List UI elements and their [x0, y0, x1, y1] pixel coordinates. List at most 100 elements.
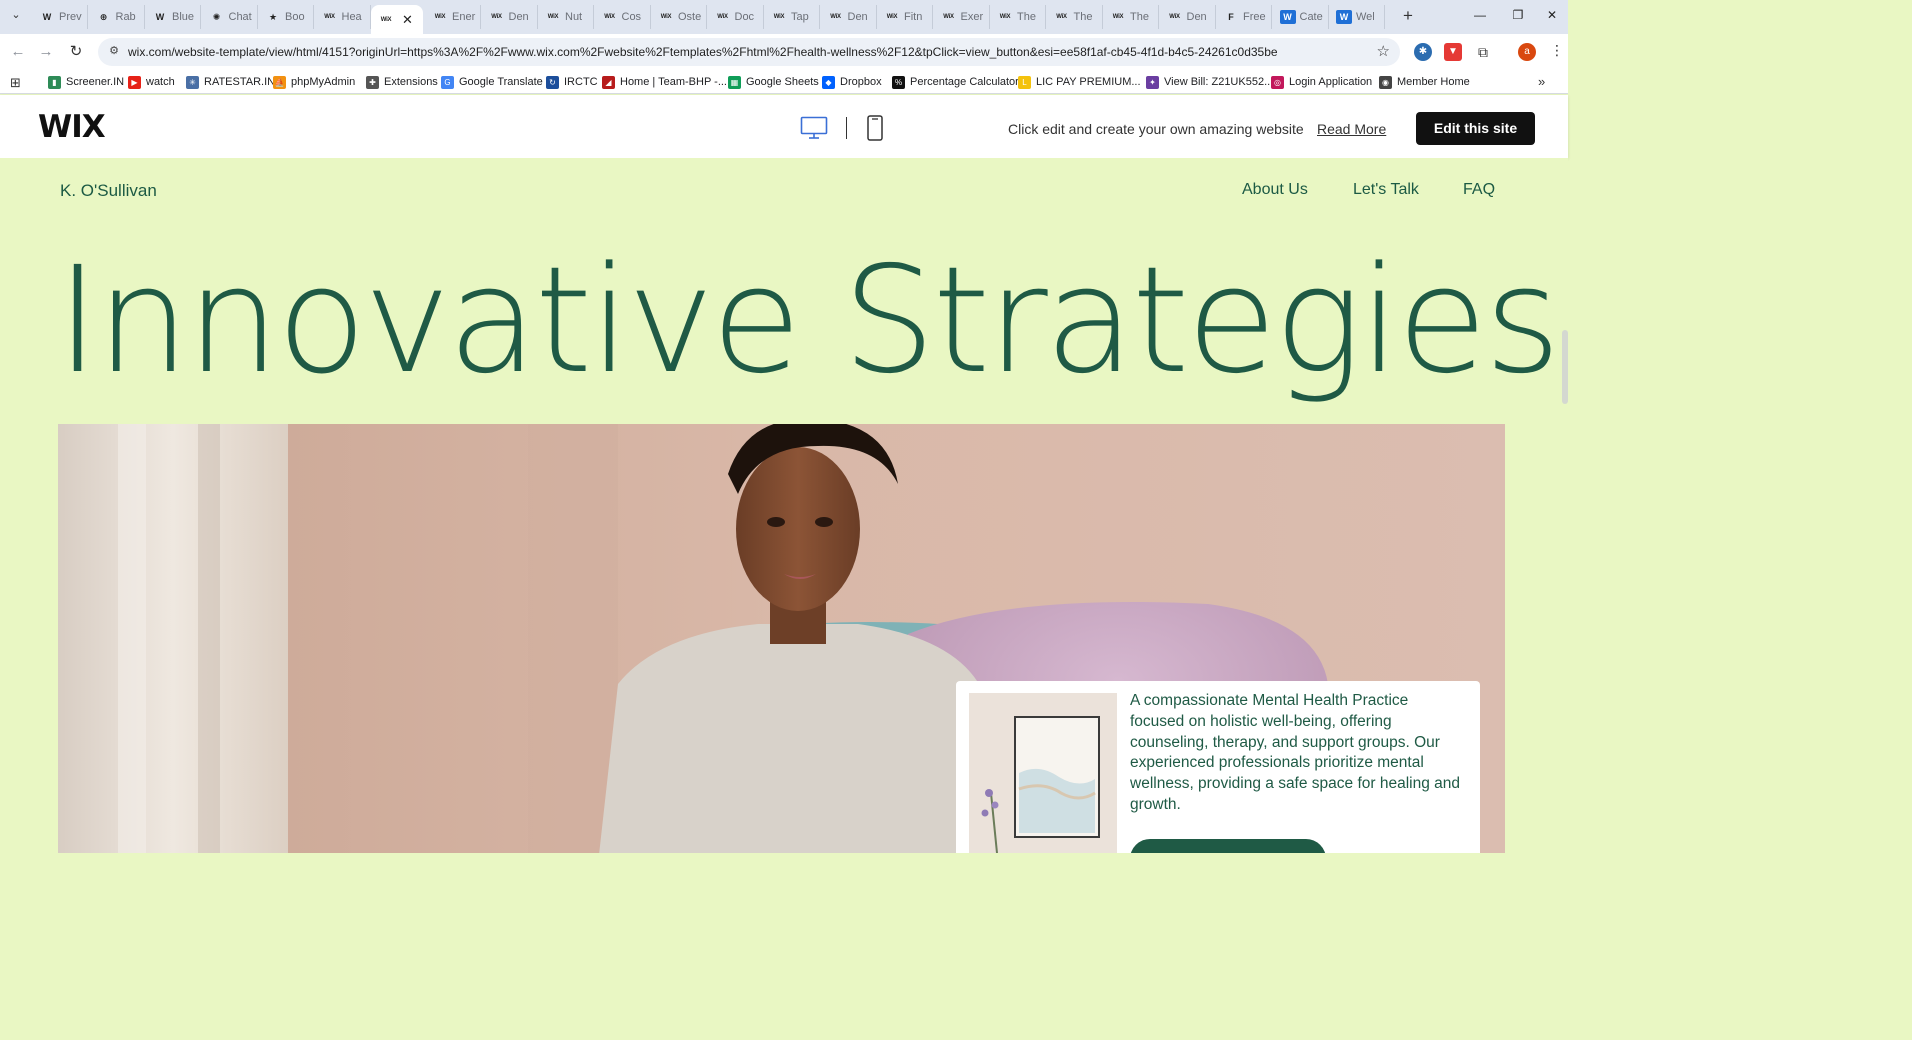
wix-logo[interactable]: WIX [38, 109, 106, 145]
bookmark-item[interactable]: ◢ Home | Team-BHP -... [602, 74, 727, 90]
tab[interactable]: W Wel [1329, 5, 1385, 29]
bookmark-item[interactable]: ↻ IRCTC [546, 74, 598, 90]
tab-favicon-icon: W [155, 12, 165, 22]
new-tab-plus-icon[interactable]: + [1398, 6, 1418, 26]
close-window-icon[interactable]: ✕ [1542, 8, 1562, 26]
bookmarks-overflow-icon[interactable]: » [1538, 74, 1545, 89]
nav-faq[interactable]: FAQ [1463, 181, 1495, 199]
bookmark-label: IRCTC [564, 76, 598, 88]
tab[interactable]: WiX Hea [315, 5, 371, 29]
tab[interactable]: WiX Den [1160, 5, 1216, 29]
mobile-view-icon[interactable] [866, 115, 884, 141]
bookmark-label: Google Translate [459, 76, 543, 88]
bookmark-icon: % [892, 75, 905, 89]
tab-favicon-icon: WiX [491, 14, 502, 20]
extension-globe-icon[interactable]: ✱ [1414, 43, 1432, 61]
tab[interactable]: ★ Boo [258, 5, 314, 29]
tab-label: Wel [1356, 11, 1375, 23]
bookmark-icon: ▶ [128, 75, 141, 89]
wall-art-thumbnail [969, 693, 1117, 853]
reload-icon[interactable]: ↻ [65, 41, 87, 63]
edit-this-site-button[interactable]: Edit this site [1416, 112, 1535, 145]
tab[interactable]: WiX Fitn [877, 5, 933, 29]
tab[interactable]: W Prev [32, 5, 88, 29]
bookmark-item[interactable]: ⛵ phpMyAdmin [273, 74, 355, 90]
tab-label: Rab [115, 11, 136, 23]
bookmark-icon: G [441, 75, 454, 89]
tab[interactable]: WiX Ener [425, 5, 481, 29]
tab-favicon-icon: WiX [324, 14, 335, 20]
bookmark-icon: ✳ [186, 75, 199, 89]
tab-label: Free [1243, 11, 1266, 23]
tab[interactable]: WiX Oste [651, 5, 707, 29]
nav-about-us[interactable]: About Us [1242, 181, 1308, 199]
tab[interactable]: WiX Den [482, 5, 538, 29]
tab[interactable]: WiX Tap [764, 5, 820, 29]
bookmark-item[interactable]: % Percentage Calculator [892, 74, 1019, 90]
desktop-view-icon[interactable] [800, 116, 828, 140]
tab-label: The [1130, 11, 1149, 23]
device-divider [846, 117, 847, 139]
bookmark-icon: ▮ [48, 75, 61, 89]
bookmark-item[interactable]: ◆ Dropbox [822, 74, 882, 90]
tab[interactable]: W Cate [1273, 5, 1329, 29]
intro-card-button[interactable] [1130, 839, 1326, 853]
tab[interactable]: WiX The [1047, 5, 1103, 29]
tab[interactable]: WiX The [990, 5, 1046, 29]
tab[interactable]: WiX Exer [934, 5, 990, 29]
bookmark-label: View Bill: Z21UK552... [1164, 76, 1274, 88]
extensions-puzzle-icon[interactable]: ⧉ [1474, 43, 1492, 61]
tab-label: The [1017, 11, 1036, 23]
nav-lets-talk[interactable]: Let's Talk [1353, 181, 1419, 199]
site-brand[interactable]: K. O'Sullivan [60, 181, 157, 201]
tab[interactable]: WiX Den [821, 5, 877, 29]
tab[interactable]: WiX Cos [595, 5, 651, 29]
tab-favicon-icon: WiX [1169, 14, 1180, 20]
profile-avatar[interactable]: a [1518, 43, 1536, 61]
bookmark-item[interactable]: L LIC PAY PREMIUM... [1018, 74, 1141, 90]
tab[interactable]: WiX The [1103, 5, 1159, 29]
tab-search-chevron-icon[interactable]: ⌄ [6, 8, 26, 26]
page-scrollbar[interactable] [1562, 330, 1568, 404]
tab-label: Exer [960, 11, 984, 23]
minimize-icon[interactable]: — [1470, 8, 1490, 26]
browser-menu-icon[interactable]: ⋮ [1550, 42, 1564, 59]
tab-label: Nut [565, 11, 583, 23]
tab[interactable]: ⊕ Rab [89, 5, 145, 29]
restore-icon[interactable]: ❐ [1508, 8, 1528, 26]
tab-label: Hea [341, 11, 362, 23]
extension-shield-icon[interactable]: ▼ [1444, 43, 1462, 61]
tab-active[interactable]: WiX ✕ [371, 5, 423, 34]
url-text[interactable]: wix.com/website-template/view/html/4151?… [128, 45, 1278, 59]
tab-favicon-icon: WiX [434, 14, 446, 20]
bookmark-item[interactable]: ✳ RATESTAR.IN [186, 74, 275, 90]
tab-label: Tap [791, 11, 809, 23]
address-bar[interactable]: ⚙ wix.com/website-template/view/html/415… [98, 38, 1400, 66]
bookmark-item[interactable]: ▶ watch [128, 74, 175, 90]
back-arrow-icon[interactable]: ← [7, 41, 29, 63]
tab[interactable]: WiX Doc [708, 5, 764, 29]
tab-close-icon[interactable]: ✕ [402, 12, 413, 28]
tab-favicon-icon: W [42, 12, 52, 22]
tab[interactable]: W Blue [145, 5, 201, 29]
bookmark-item[interactable]: ◉ Member Home [1379, 74, 1470, 90]
tab-favicon-icon: WiX [660, 14, 672, 20]
site-info-icon[interactable]: ⚙ [106, 44, 122, 60]
bookmark-item[interactable]: ▮ Screener.IN [48, 74, 124, 90]
tab[interactable]: WiX Nut [538, 5, 594, 29]
bookmark-item[interactable]: ✚ Extensions [366, 74, 438, 90]
bookmark-star-icon[interactable]: ☆ [1377, 42, 1390, 60]
tab[interactable]: F Free [1216, 5, 1272, 29]
read-more-link[interactable]: Read More [1317, 121, 1386, 137]
bookmark-item[interactable]: ▦ Google Sheets [728, 74, 819, 90]
browser-toolbar: ← → ↻ ⚙ wix.com/website-template/view/ht… [0, 34, 1568, 70]
tab-favicon-icon: F [1228, 12, 1234, 22]
bookmark-item[interactable]: ◎ Login Application [1271, 74, 1372, 90]
tab[interactable]: ✺ Chat [202, 5, 258, 29]
forward-arrow-icon[interactable]: → [35, 41, 57, 63]
bookmark-icon: ▦ [728, 75, 741, 89]
bookmark-item[interactable]: G Google Translate [441, 74, 543, 90]
bookmark-item[interactable]: ✦ View Bill: Z21UK552... [1146, 74, 1273, 90]
apps-grid-icon[interactable]: ⊞ [10, 75, 21, 91]
bookmark-label: LIC PAY PREMIUM... [1036, 76, 1141, 88]
